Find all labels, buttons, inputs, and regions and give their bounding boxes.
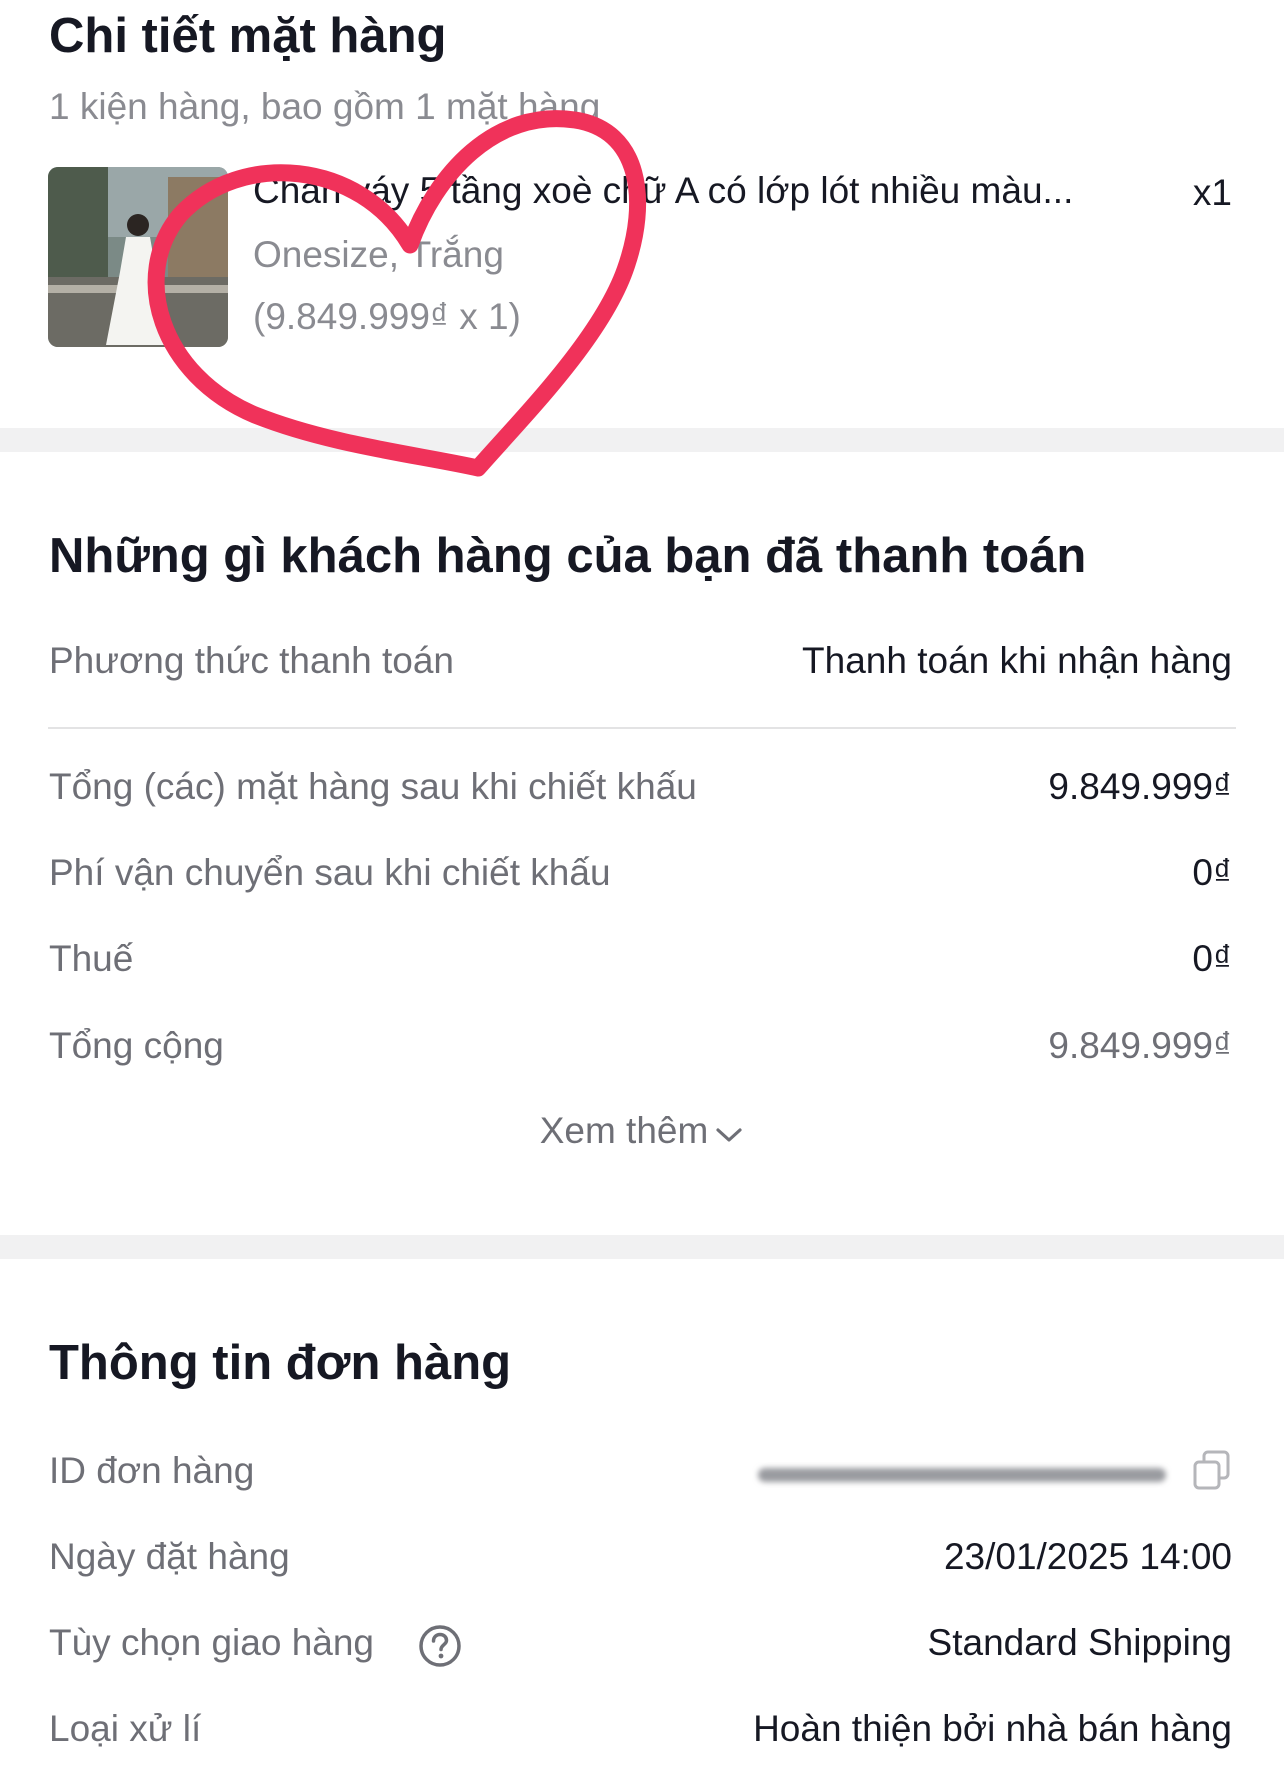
shipping-fee-label: Phí vận chuyển sau khi chiết khấu [49,852,611,893]
order-date-label: Ngày đặt hàng [49,1536,290,1577]
order-id-value-redacted [752,1458,1172,1492]
total-value: 9.849.999₫ [1048,1025,1232,1066]
fulfillment-type-label: Loại xử lí [49,1708,202,1749]
item-details-section: Chi tiết mặt hàng 1 kiện hàng, bao gồm 1… [0,0,1284,420]
subtotal-value: 9.849.999₫ [1048,766,1232,807]
divider [48,727,1236,729]
copy-icon[interactable] [1192,1449,1232,1491]
section-separator [0,428,1284,452]
payment-title: Những gì khách hàng của bạn đã thanh toá… [49,529,1087,583]
help-circle-icon[interactable] [418,1624,462,1668]
see-more-label: Xem thêm [539,1110,709,1151]
section-separator [0,1235,1284,1259]
chevron-down-icon [714,1112,744,1154]
see-more-button[interactable]: Xem thêm [0,1110,1284,1154]
payment-section: Những gì khách hàng của bạn đã thanh toá… [0,452,1284,1235]
item-details-summary: 1 kiện hàng, bao gồm 1 mặt hàng [49,86,601,127]
item-details-title: Chi tiết mặt hàng [49,9,447,63]
tax-value: 0₫ [1192,938,1232,979]
order-date-value: 23/01/2025 14:00 [943,1536,1232,1577]
product-unit-price: (9.849.999₫ x 1) [253,296,521,337]
payment-method-label: Phương thức thanh toán [49,640,455,681]
shipping-fee-value: 0₫ [1192,852,1232,893]
tax-label: Thuế [49,938,134,979]
payment-method-value: Thanh toán khi nhận hàng [802,640,1232,681]
order-id-label: ID đơn hàng [49,1450,255,1491]
product-name[interactable]: Chân váy 5 tầng xoè chữ A có lớp lót nhi… [253,170,1158,212]
subtotal-label: Tổng (các) mặt hàng sau khi chiết khấu [49,766,697,807]
product-variant: Onesize, Trắng [253,234,504,275]
delivery-option-label: Tùy chọn giao hàng [49,1622,375,1663]
delivery-option-value: Standard Shipping [927,1622,1232,1663]
order-info-title: Thông tin đơn hàng [49,1336,512,1390]
product-quantity: x1 [1192,172,1232,213]
total-label: Tổng cộng [49,1025,224,1066]
fulfillment-type-value: Hoàn thiện bởi nhà bán hàng [753,1708,1232,1749]
product-thumbnail[interactable] [48,167,228,347]
order-info-section: Thông tin đơn hàng [0,1259,1284,1771]
